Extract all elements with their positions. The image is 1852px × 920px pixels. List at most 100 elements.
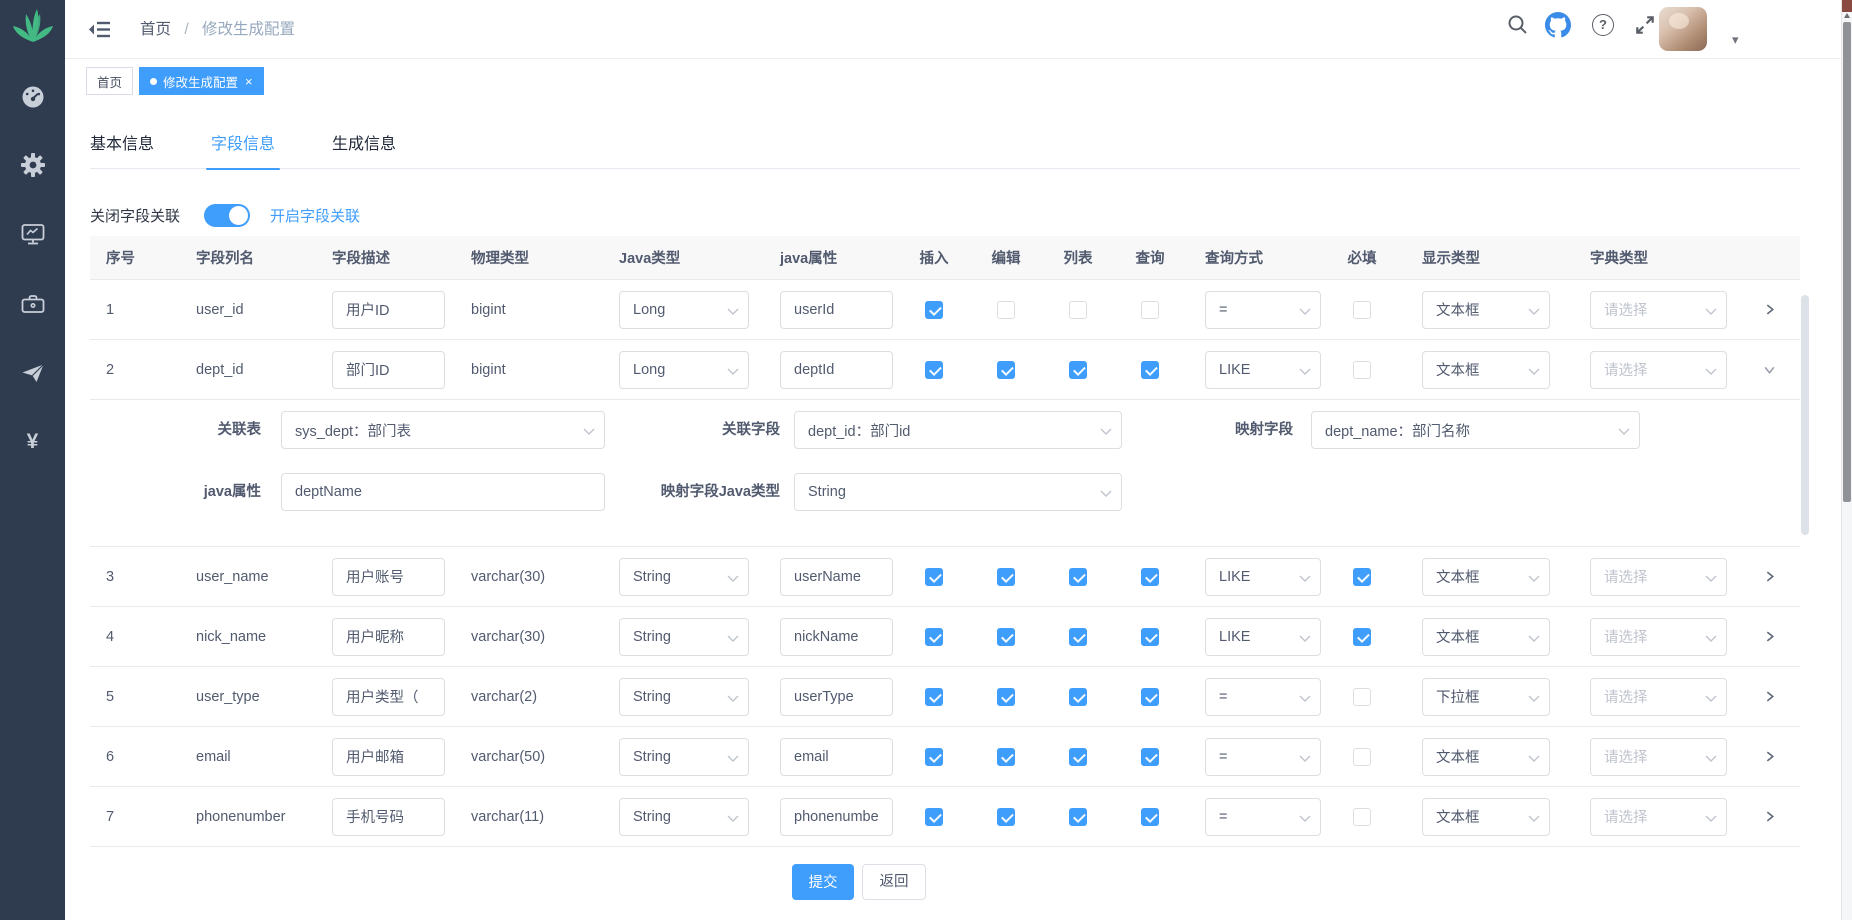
- dict-type-select[interactable]: 请选择: [1590, 798, 1727, 836]
- sidebar-item-tool[interactable]: [0, 291, 65, 317]
- sidebar-collapse-button[interactable]: [88, 20, 111, 44]
- java-field-input[interactable]: nickName: [780, 618, 893, 656]
- expand-row-button[interactable]: [1738, 570, 1800, 583]
- edit-checkbox[interactable]: [997, 808, 1015, 826]
- expand-row-button[interactable]: [1738, 690, 1800, 703]
- column-desc-input[interactable]: 部门ID: [332, 351, 445, 389]
- insert-checkbox[interactable]: [925, 808, 943, 826]
- related-field-select[interactable]: dept_id：部门id: [794, 411, 1122, 449]
- java-type-select[interactable]: String: [619, 618, 749, 656]
- edit-checkbox[interactable]: [997, 568, 1015, 586]
- insert-checkbox[interactable]: [925, 361, 943, 379]
- required-checkbox[interactable]: [1353, 628, 1371, 646]
- tag-item[interactable]: 首页: [86, 67, 133, 95]
- dict-type-select[interactable]: 请选择: [1590, 618, 1727, 656]
- relation-on-link[interactable]: 开启字段关联: [270, 205, 360, 226]
- sidebar-item-system[interactable]: [0, 152, 65, 178]
- query-checkbox[interactable]: [1141, 808, 1159, 826]
- edit-checkbox[interactable]: [997, 748, 1015, 766]
- query-checkbox[interactable]: [1141, 568, 1159, 586]
- query-type-select[interactable]: LIKE: [1205, 618, 1321, 656]
- sidebar-item-send[interactable]: [0, 360, 65, 386]
- page-scrollbar-thumb[interactable]: [1843, 22, 1851, 502]
- query-type-select[interactable]: =: [1205, 678, 1321, 716]
- expand-row-button[interactable]: [1738, 303, 1800, 316]
- expand-row-button[interactable]: [1738, 810, 1800, 823]
- dict-type-select[interactable]: 请选择: [1590, 558, 1727, 596]
- insert-checkbox[interactable]: [925, 628, 943, 646]
- map-java-type-select[interactable]: String: [794, 473, 1122, 511]
- scrollbar-top-button[interactable]: [1842, 0, 1852, 12]
- query-checkbox[interactable]: [1141, 301, 1159, 319]
- query-type-select[interactable]: LIKE: [1205, 558, 1321, 596]
- avatar-caret-down-icon[interactable]: ▾: [1732, 32, 1739, 48]
- required-checkbox[interactable]: [1353, 688, 1371, 706]
- list-checkbox[interactable]: [1069, 748, 1087, 766]
- sidebar-item-monitor[interactable]: [0, 221, 65, 247]
- page-scrollbar[interactable]: [1841, 0, 1852, 920]
- required-checkbox[interactable]: [1353, 361, 1371, 379]
- expand-row-button[interactable]: [1738, 363, 1800, 376]
- header-fullscreen-button[interactable]: [1634, 14, 1656, 36]
- html-type-select[interactable]: 文本框: [1422, 798, 1550, 836]
- java-type-select[interactable]: String: [619, 558, 749, 596]
- java-field-input[interactable]: userId: [780, 291, 893, 329]
- column-desc-input[interactable]: 手机号码: [332, 798, 445, 836]
- column-desc-input[interactable]: 用户账号: [332, 558, 445, 596]
- column-desc-input[interactable]: 用户昵称: [332, 618, 445, 656]
- edit-checkbox[interactable]: [997, 361, 1015, 379]
- app-logo[interactable]: [0, 8, 65, 46]
- query-type-select[interactable]: =: [1205, 291, 1321, 329]
- table-scrollbar-thumb[interactable]: [1801, 295, 1809, 535]
- insert-checkbox[interactable]: [925, 301, 943, 319]
- dict-type-select[interactable]: 请选择: [1590, 738, 1727, 776]
- insert-checkbox[interactable]: [925, 748, 943, 766]
- column-desc-input[interactable]: 用户ID: [332, 291, 445, 329]
- insert-checkbox[interactable]: [925, 688, 943, 706]
- user-avatar[interactable]: [1659, 7, 1707, 51]
- list-checkbox[interactable]: [1069, 568, 1087, 586]
- column-desc-input[interactable]: 用户邮箱: [332, 738, 445, 776]
- edit-checkbox[interactable]: [997, 628, 1015, 646]
- back-button[interactable]: 返回: [862, 864, 926, 900]
- list-checkbox[interactable]: [1069, 688, 1087, 706]
- query-type-select[interactable]: LIKE: [1205, 351, 1321, 389]
- relation-toggle[interactable]: [204, 204, 250, 227]
- html-type-select[interactable]: 下拉框: [1422, 678, 1550, 716]
- list-checkbox[interactable]: [1069, 628, 1087, 646]
- query-checkbox[interactable]: [1141, 628, 1159, 646]
- html-type-select[interactable]: 文本框: [1422, 618, 1550, 656]
- list-checkbox[interactable]: [1069, 361, 1087, 379]
- header-github-button[interactable]: [1545, 12, 1571, 38]
- expand-row-button[interactable]: [1738, 630, 1800, 643]
- sidebar-item-dashboard[interactable]: [0, 84, 65, 110]
- required-checkbox[interactable]: [1353, 808, 1371, 826]
- java-type-select[interactable]: Long: [619, 351, 749, 389]
- html-type-select[interactable]: 文本框: [1422, 351, 1550, 389]
- tag-close-icon[interactable]: ×: [245, 75, 253, 88]
- column-desc-input[interactable]: 用户类型（: [332, 678, 445, 716]
- tag-active[interactable]: 修改生成配置×: [139, 67, 264, 95]
- java-field-input[interactable]: deptId: [780, 351, 893, 389]
- header-help-button[interactable]: ?: [1592, 14, 1614, 36]
- html-type-select[interactable]: 文本框: [1422, 738, 1550, 776]
- edit-checkbox[interactable]: [997, 688, 1015, 706]
- required-checkbox[interactable]: [1353, 748, 1371, 766]
- java-type-select[interactable]: Long: [619, 291, 749, 329]
- list-checkbox[interactable]: [1069, 808, 1087, 826]
- tab-1[interactable]: 字段信息: [211, 119, 275, 169]
- java-type-select[interactable]: String: [619, 678, 749, 716]
- list-checkbox[interactable]: [1069, 301, 1087, 319]
- edit-checkbox[interactable]: [997, 301, 1015, 319]
- related-table-select[interactable]: sys_dept：部门表: [281, 411, 605, 449]
- java-type-select[interactable]: String: [619, 798, 749, 836]
- mapped-field-select[interactable]: dept_name：部门名称: [1311, 411, 1640, 449]
- expand-row-button[interactable]: [1738, 750, 1800, 763]
- tab-2[interactable]: 生成信息: [332, 119, 396, 169]
- java-field-input[interactable]: phonenumber: [780, 798, 893, 836]
- java-field-input[interactable]: email: [780, 738, 893, 776]
- dict-type-select[interactable]: 请选择: [1590, 678, 1727, 716]
- dict-type-select[interactable]: 请选择: [1590, 291, 1727, 329]
- insert-checkbox[interactable]: [925, 568, 943, 586]
- tab-0[interactable]: 基本信息: [90, 119, 154, 169]
